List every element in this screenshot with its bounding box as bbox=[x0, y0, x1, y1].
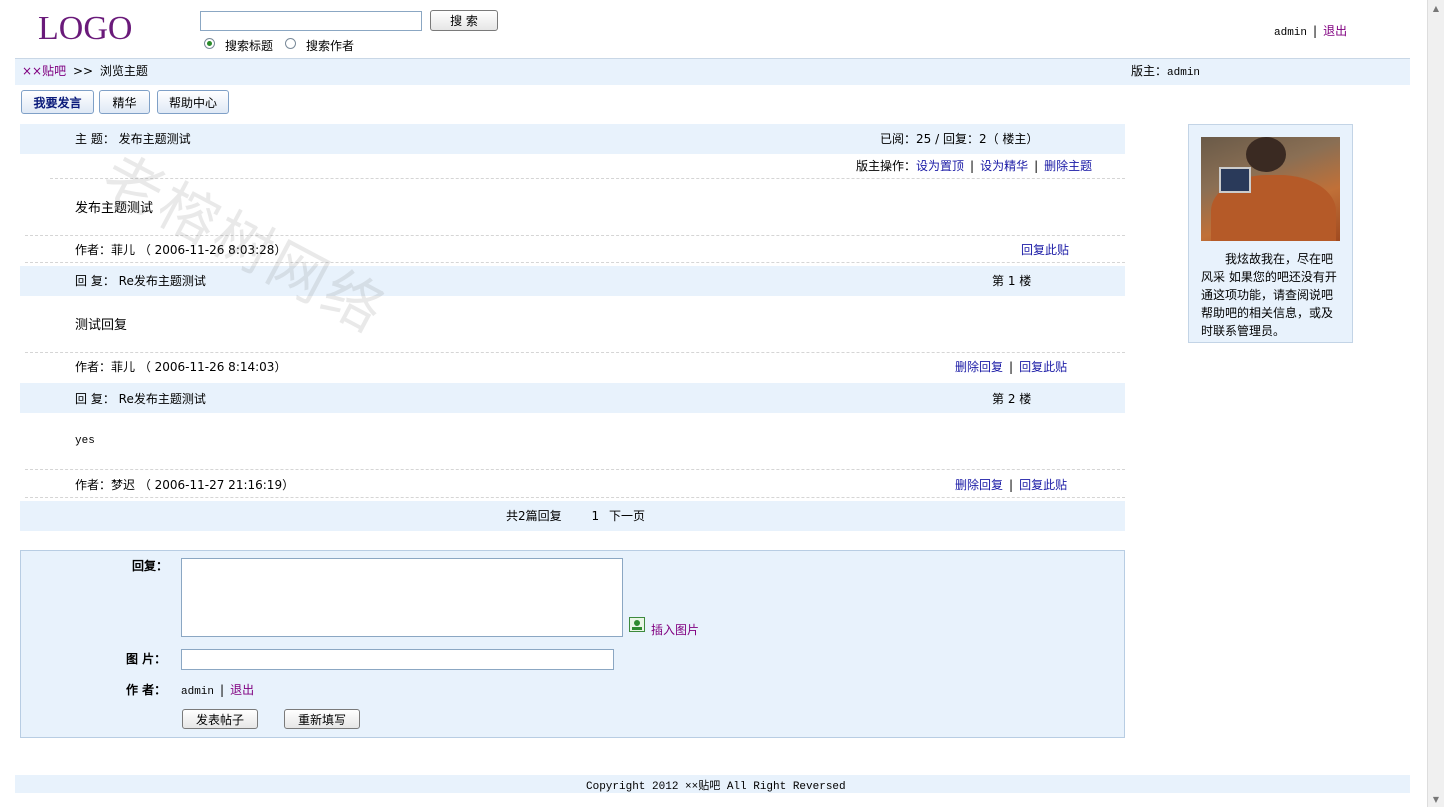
reply-textarea-label: 回复： bbox=[132, 559, 169, 573]
reply-textarea[interactable] bbox=[181, 558, 623, 637]
image-url-input[interactable] bbox=[181, 649, 614, 670]
reply-actions: 删除回复 | 回复此贴 bbox=[955, 360, 1068, 374]
topic-stats: 已阅：25 / 回复：2（ 楼主） bbox=[880, 132, 1039, 146]
moderator-ops: 版主操作：设为置顶 | 设为精华 | 删除主题 bbox=[856, 159, 1093, 173]
radio-search-title-label: 搜索标题 bbox=[225, 39, 274, 53]
moderator-ops-label: 版主操作： bbox=[856, 159, 917, 173]
topic-body: 发布主题测试 bbox=[75, 201, 154, 216]
search-button[interactable]: 搜 索 bbox=[430, 10, 498, 31]
divider bbox=[25, 235, 1125, 236]
reply-floor: 第 2 楼 bbox=[992, 392, 1032, 406]
topic-subject-text: 发布主题测试 bbox=[118, 132, 191, 146]
divider bbox=[25, 262, 1125, 263]
reply-body: yes bbox=[75, 435, 95, 447]
reply-this-link[interactable]: 回复此贴 bbox=[1019, 360, 1067, 374]
set-essence-link[interactable]: 设为精华 bbox=[980, 159, 1028, 173]
reply-subject-label: 回 复： bbox=[75, 274, 115, 288]
essence-button[interactable]: 精华 bbox=[99, 90, 150, 114]
divider bbox=[25, 352, 1125, 353]
logo: LOGO bbox=[38, 10, 133, 47]
reply-author-line: 作者：菲儿 （ 2006-11-26 8:14:03） bbox=[75, 360, 287, 374]
set-top-link[interactable]: 设为置顶 bbox=[916, 159, 964, 173]
reset-button[interactable]: 重新填写 bbox=[284, 709, 360, 729]
breadcrumb-current: 浏览主题 bbox=[99, 64, 148, 78]
moderator-info: 版主：admin bbox=[1131, 62, 1200, 79]
scroll-up-arrow-icon[interactable]: ▲ bbox=[1428, 0, 1444, 16]
insert-image-link[interactable]: 插入图片 bbox=[651, 621, 699, 638]
radio-search-author-label: 搜索作者 bbox=[306, 39, 355, 53]
breadcrumb-home-link[interactable]: ××贴吧 bbox=[22, 64, 66, 78]
topic-subject-label: 主 题： bbox=[75, 132, 115, 146]
divider bbox=[25, 497, 1125, 498]
reply-subject: 回 复： Re发布主题测试 bbox=[75, 272, 206, 289]
submit-post-button[interactable]: 发表帖子 bbox=[182, 709, 258, 729]
sidebar-photo bbox=[1201, 137, 1340, 241]
breadcrumb: ××贴吧 >> 浏览主题 bbox=[22, 62, 148, 79]
post-button[interactable]: 我要发言 bbox=[21, 90, 94, 114]
reply-actions: 删除回复 | 回复此贴 bbox=[955, 478, 1068, 492]
divider bbox=[50, 178, 1125, 179]
reply-subject-text: Re发布主题测试 bbox=[118, 392, 206, 406]
delete-reply-link[interactable]: 删除回复 bbox=[955, 360, 1003, 374]
reply-subject-text: Re发布主题测试 bbox=[118, 274, 206, 288]
author-field-label: 作 者： bbox=[126, 683, 167, 697]
insert-image-icon[interactable] bbox=[629, 617, 645, 632]
reply-author-line: 作者：梦迟 （ 2006-11-27 21:16:19） bbox=[75, 478, 295, 492]
pagination: 共2篇回复 1 下一页 bbox=[506, 507, 645, 524]
breadcrumb-bar bbox=[15, 58, 1410, 85]
reply-floor: 第 1 楼 bbox=[992, 274, 1032, 288]
reply-this-link[interactable]: 回复此贴 bbox=[1019, 478, 1067, 492]
form-logout-link[interactable]: 退出 bbox=[230, 683, 254, 697]
topic-reply-link[interactable]: 回复此贴 bbox=[1021, 241, 1069, 258]
vertical-scrollbar[interactable]: ▲ ▼ bbox=[1427, 0, 1444, 807]
reply-body: 测试回复 bbox=[75, 318, 128, 333]
breadcrumb-separator: >> bbox=[72, 64, 94, 78]
copyright: Copyright 2012 ××贴吧 All Right Reversed bbox=[586, 781, 846, 793]
moderator-name: admin bbox=[1167, 67, 1201, 79]
topic-author-line: 作者：菲儿 （ 2006-11-26 8:03:28） bbox=[75, 243, 287, 257]
pagination-page: 1 bbox=[591, 509, 600, 523]
topic-subject: 主 题： 发布主题测试 bbox=[75, 130, 191, 147]
help-button[interactable]: 帮助中心 bbox=[157, 90, 229, 114]
form-author: admin | 退出 bbox=[181, 683, 255, 698]
scroll-down-arrow-icon[interactable]: ▼ bbox=[1428, 791, 1444, 807]
image-field-label: 图 片： bbox=[126, 652, 167, 666]
radio-search-author[interactable] bbox=[285, 38, 296, 49]
search-input[interactable] bbox=[200, 11, 422, 31]
divider bbox=[25, 469, 1125, 470]
logout-link[interactable]: 退出 bbox=[1323, 24, 1347, 38]
username: admin bbox=[1274, 27, 1308, 39]
next-page-link[interactable]: 下一页 bbox=[609, 509, 645, 523]
form-author-name: admin bbox=[181, 686, 215, 698]
watermark: 老榕树网络 bbox=[91, 141, 398, 348]
user-info: admin | 退出 bbox=[1274, 24, 1348, 39]
reply-subject-label: 回 复： bbox=[75, 392, 115, 406]
sidebar-text: 我炫故我在，尽在吧风采 如果您的吧还没有开通这项功能，请查阅说吧帮助吧的相关信息… bbox=[1201, 252, 1337, 338]
pagination-summary: 共2篇回复 bbox=[506, 509, 562, 523]
delete-reply-link[interactable]: 删除回复 bbox=[955, 478, 1003, 492]
reply-subject: 回 复： Re发布主题测试 bbox=[75, 390, 206, 407]
delete-topic-link[interactable]: 删除主题 bbox=[1044, 159, 1092, 173]
moderator-label: 版主： bbox=[1131, 64, 1168, 78]
radio-search-title[interactable] bbox=[204, 38, 215, 49]
